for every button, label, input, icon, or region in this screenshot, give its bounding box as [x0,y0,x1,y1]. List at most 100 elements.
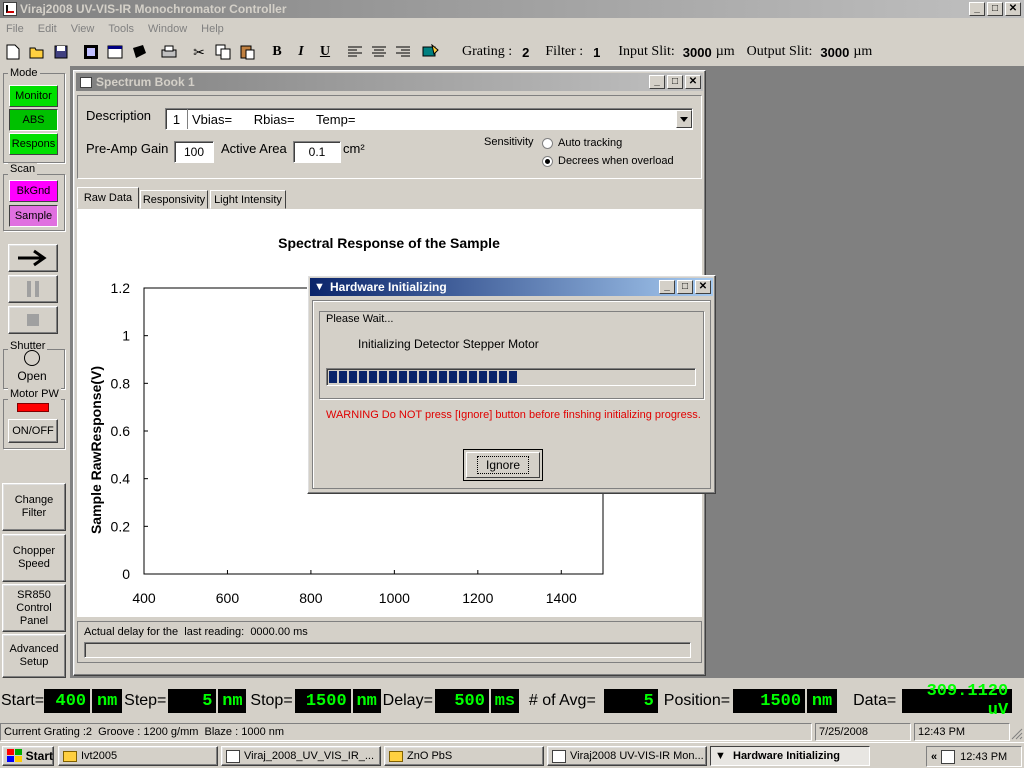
progress-segment [419,371,427,383]
forward-arrow-button[interactable] [8,244,58,272]
preamp-gain-input[interactable]: 100 [174,141,214,163]
minimize-button[interactable]: _ [969,2,985,16]
italic-icon[interactable]: I [290,41,312,63]
tab-raw-data[interactable]: Raw Data [77,187,139,209]
print-icon[interactable] [158,41,180,63]
dialog-icon: ▼ [314,281,325,293]
output-slit-label: Output Slit: [746,44,813,59]
abs-button[interactable]: ABS [9,109,58,131]
maximize-button[interactable]: □ [987,2,1003,16]
progress-segment [359,371,367,383]
sample-button[interactable]: Sample [9,205,58,227]
sr850-control-panel-button[interactable]: SR850 Control Panel [2,584,66,632]
step-unit: nm [218,689,247,713]
new-file-icon[interactable] [2,41,24,63]
taskbar: Start Ivt2005 Viraj_2008_UV_VIS_IR_... Z… [0,742,1024,768]
status-grating-info: Current Grating :2 Groove : 1200 g/mm Bl… [0,723,812,741]
step-value[interactable]: 5 [168,689,217,713]
progress-segment [449,371,457,383]
menu-window[interactable]: Window [148,23,187,35]
spectrum-minimize-button[interactable]: _ [649,75,665,89]
advanced-setup-button[interactable]: Advanced Setup [2,634,66,678]
dropdown-arrow-icon[interactable] [676,110,692,128]
decrees-radio[interactable] [542,156,553,167]
underline-icon[interactable]: U [314,41,336,63]
tab-responsivity[interactable]: Responsivity [140,190,208,209]
tab-light-intensity[interactable]: Light Intensity [210,190,286,209]
copy-icon[interactable] [212,41,234,63]
respons-button[interactable]: Respons [9,133,58,155]
stop-value[interactable]: 1500 [294,689,351,713]
shutter-indicator-icon[interactable] [24,350,40,366]
dialog-close-button[interactable]: ✕ [695,280,711,294]
close-button[interactable]: ✕ [1005,2,1021,16]
menu-file[interactable]: File [6,23,24,35]
motor-onoff-button[interactable]: ON/OFF [8,419,58,443]
menu-help[interactable]: Help [201,23,224,35]
dialog-maximize-button[interactable]: □ [677,280,693,294]
stop-button[interactable] [8,306,58,334]
windows-logo-icon [7,749,22,762]
chopper-speed-button[interactable]: Chopper Speed [2,534,66,582]
taskbar-item-viraj-controller[interactable]: Viraj2008 UV-VIS-IR Mon... [547,746,707,766]
init-progress-bar [326,368,696,386]
ignore-label: Ignore [476,456,530,474]
spectrum-titlebar: Spectrum Book 1 _ □ ✕ [76,73,703,91]
open-folder-icon[interactable] [26,41,48,63]
spectrum-maximize-button[interactable]: □ [667,75,683,89]
dialog-minimize-button[interactable]: _ [659,280,675,294]
app-title: Viraj2008 UV-VIS-IR Monochromator Contro… [20,2,287,16]
y-tick-label: 1 [122,328,130,344]
align-center-icon[interactable] [368,41,390,63]
align-left-icon[interactable] [344,41,366,63]
avg-value[interactable]: 5 [603,689,658,713]
resize-grip-icon[interactable] [1011,728,1023,740]
start-button[interactable]: Start [2,746,54,766]
filter-value: 1 [593,44,601,60]
x-tick-label: 1000 [379,590,410,606]
progress-segment [489,371,497,383]
monitor-button[interactable]: Monitor [9,85,58,107]
progress-segment [339,371,347,383]
save-icon[interactable] [50,41,72,63]
y-tick-label: 0.2 [111,518,131,534]
pause-button[interactable] [8,275,58,303]
active-area-input[interactable]: 0.1 [293,141,341,163]
change-filter-button[interactable]: Change Filter [2,483,66,531]
tray-chevron-icon[interactable]: « [931,751,937,763]
bold-icon[interactable]: B [266,41,288,63]
paste-icon[interactable] [236,41,258,63]
cut-icon[interactable]: ✂ [188,41,210,63]
taskbar-item-viraj-explorer[interactable]: Viraj_2008_UV_VIS_IR_... [221,746,381,766]
auto-tracking-radio[interactable] [542,138,553,149]
taskbar-item-ivt2005[interactable]: Ivt2005 [58,746,218,766]
disk-icon[interactable] [128,41,150,63]
taskbar-item-hardware-init[interactable]: ▼ Hardware Initializing [710,746,870,766]
bkgnd-button[interactable]: BkGnd [9,180,58,202]
menu-tools[interactable]: Tools [108,23,134,35]
preamp-gain-value: 100 [183,145,205,159]
progress-segment [429,371,437,383]
delay-progress-bar [84,642,691,658]
ignore-button[interactable]: Ignore [463,449,543,481]
menu-edit[interactable]: Edit [38,23,57,35]
tray-app-icon[interactable] [941,749,956,764]
status-bar: Current Grating :2 Groove : 1200 g/mm Bl… [0,723,1024,741]
system-tray: « 12:43 PM [926,746,1022,767]
app-icon [3,2,17,16]
taskbar-item-zno-pbs[interactable]: ZnO PbS [384,746,544,766]
description-value: Vbias= Rbias= Temp= [192,111,356,127]
progress-segment [409,371,417,383]
start-value[interactable]: 400 [44,689,91,713]
description-index: 1 [166,109,188,129]
window-icon[interactable] [104,41,126,63]
monitor-display-icon[interactable] [420,41,442,63]
delay-value[interactable]: 500 [434,689,489,713]
spectrum-close-button[interactable]: ✕ [685,75,701,89]
description-combo[interactable]: 1 Vbias= Rbias= Temp= [165,108,693,130]
grating-value: 2 [522,44,530,60]
menu-view[interactable]: View [71,23,95,35]
film-icon[interactable] [80,41,102,63]
align-right-icon[interactable] [392,41,414,63]
chart-ylabel: Sample RawResponse(V) [88,366,104,534]
